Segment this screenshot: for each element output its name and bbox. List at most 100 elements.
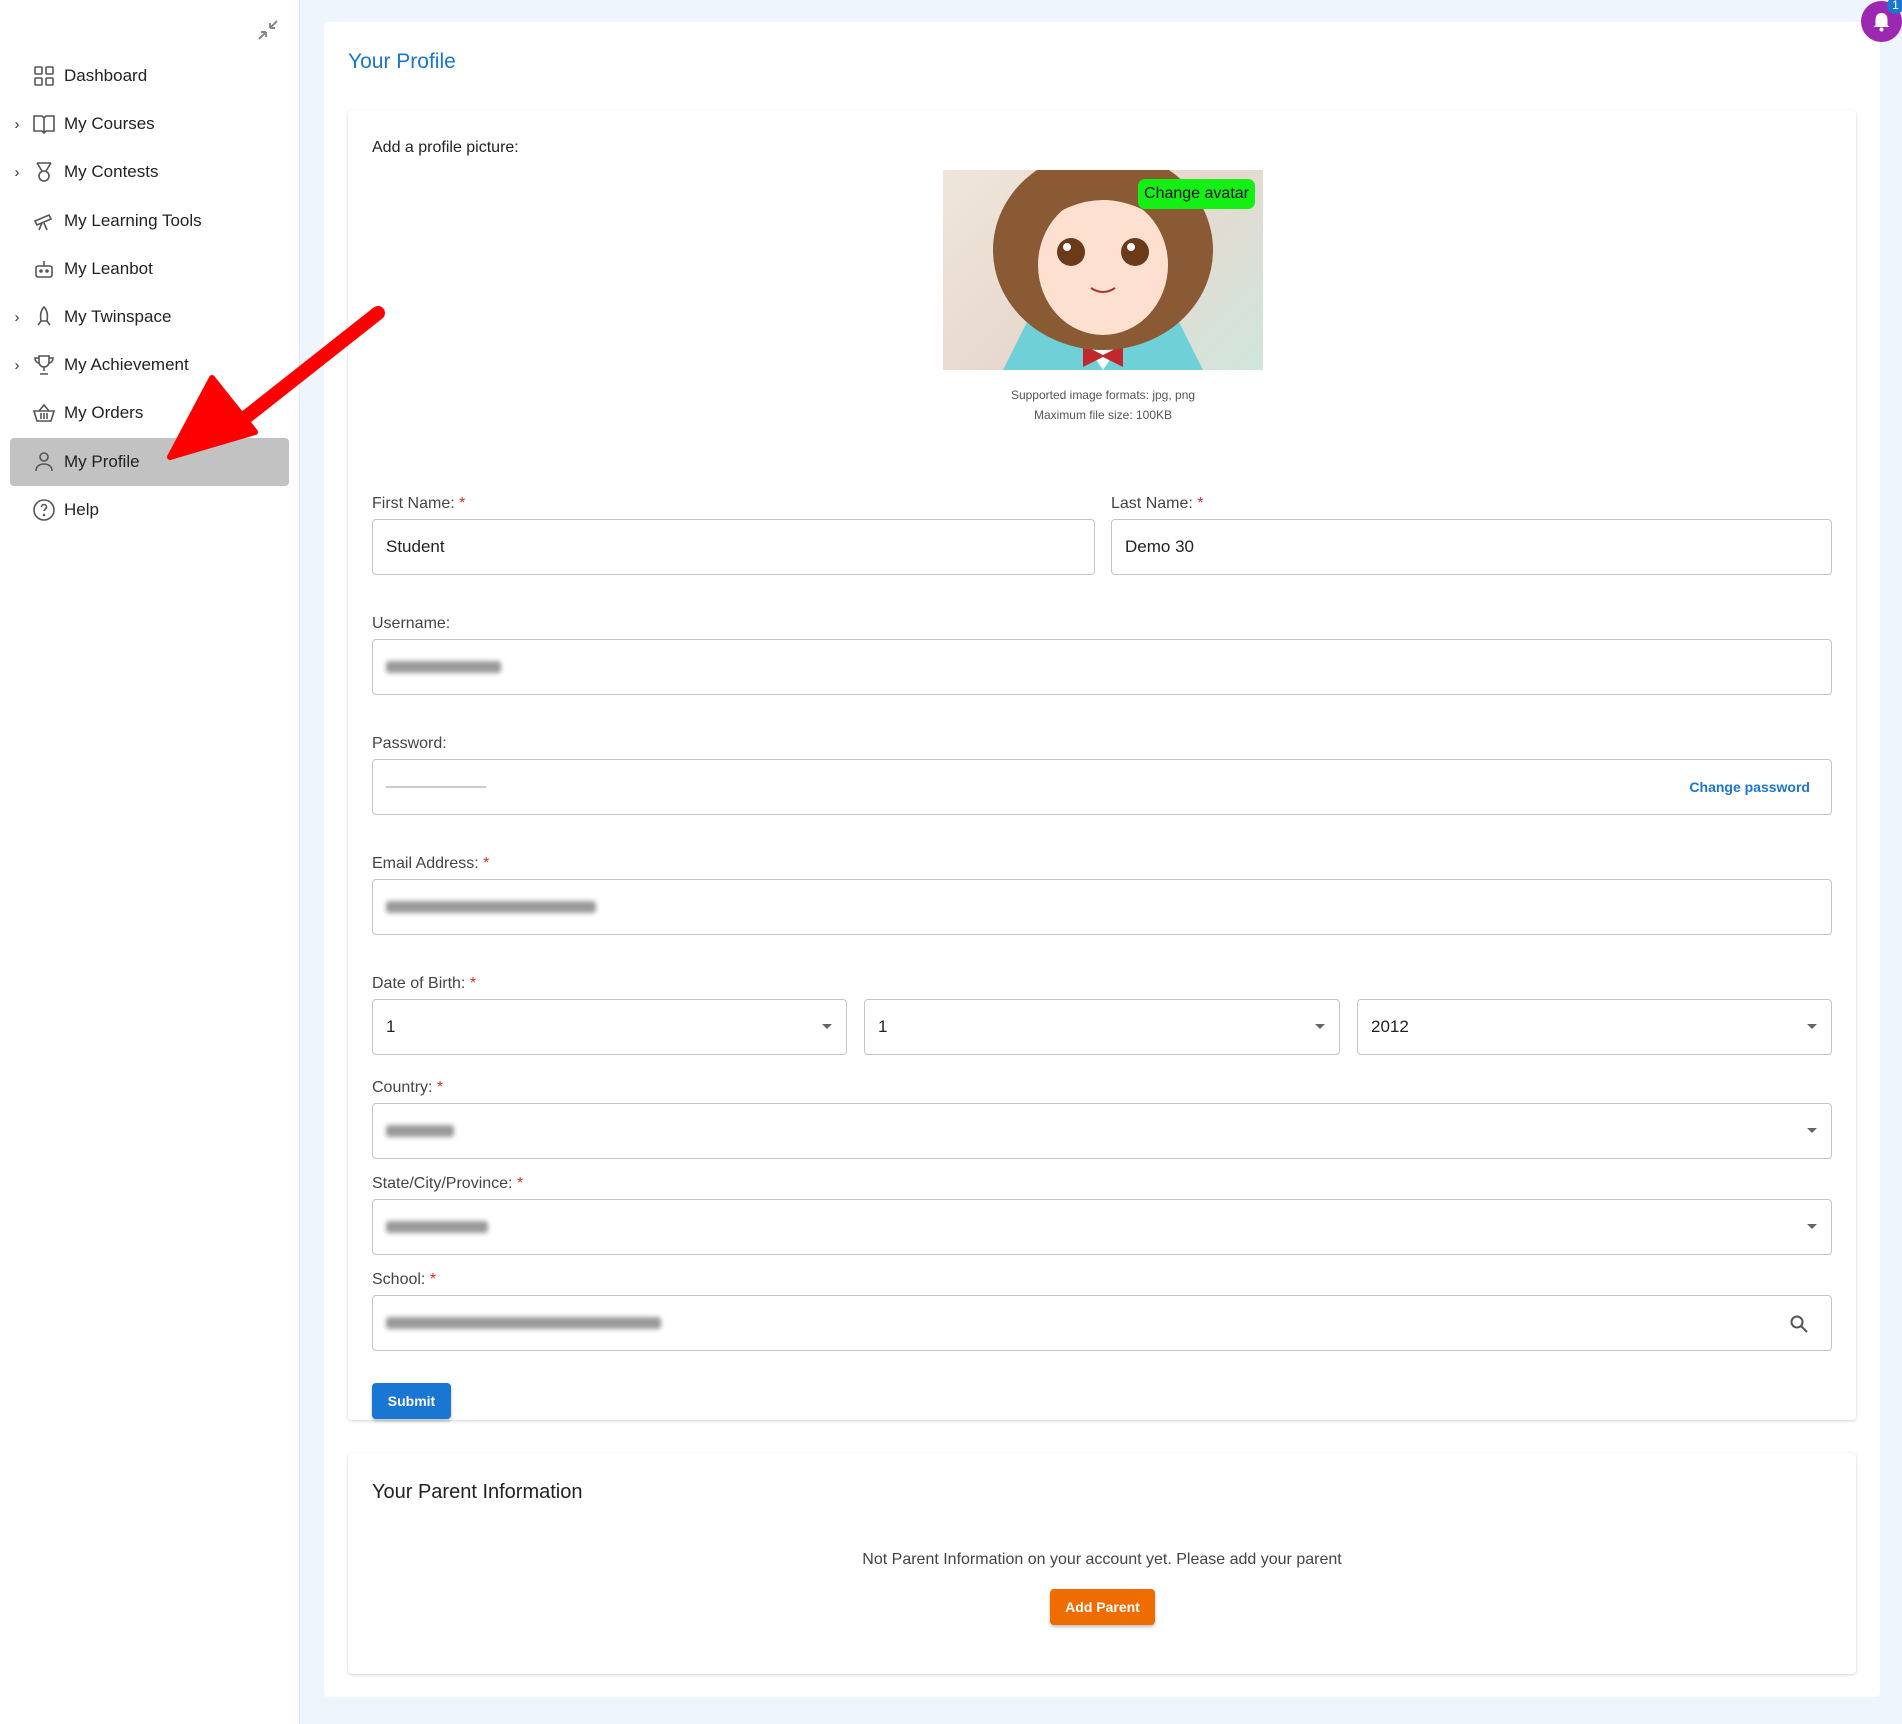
required-marker: * [516,1175,524,1192]
change-password-link[interactable]: Change password [1689,779,1810,795]
profile-page: Your Profile Add a profile picture: Chan… [324,22,1880,1697]
password-mask [386,786,486,788]
user-icon [35,451,53,471]
username-label: Username: [372,615,451,632]
chevron-right-icon[interactable]: › [10,116,24,133]
chevron-right-icon[interactable]: › [10,309,24,326]
school-input[interactable] [372,1295,1832,1351]
add-parent-button[interactable]: Add Parent [1050,1589,1155,1625]
sidebar-item-label: My Achievement [64,355,189,375]
parent-info-title: Your Parent Information [372,1481,583,1503]
basket-icon [32,404,56,423]
notification-badge: 1 [1887,0,1902,14]
image-size-hint: Maximum file size: 100KB [1033,408,1173,422]
sidebar-item-label: Dashboard [64,66,148,85]
sidebar-item-my-leanbot[interactable]: My Leanbot [10,245,289,293]
submit-button[interactable]: Submit [372,1383,451,1419]
sidebar-item-label: My Courses [64,114,155,134]
password-input[interactable]: Change password [372,759,1832,815]
required-marker: * [483,855,490,872]
redacted-username [386,661,501,673]
dob-month-value: 1 [878,1017,888,1036]
notification-button[interactable]: 1 [1861,0,1902,42]
dashboard-icon [34,66,54,86]
sidebar-item-help[interactable]: Help [10,486,289,534]
chevron-right-icon[interactable]: › [10,164,24,181]
state-select[interactable] [372,1199,1832,1255]
robot-icon [35,260,53,278]
redacted-state [386,1221,488,1233]
redacted-country [386,1125,454,1137]
sidebar-item-my-achievement[interactable]: › My Achievement [10,341,289,389]
help-icon [33,498,55,521]
state-label-text: State/City/Province: [372,1175,513,1192]
parent-info-card: Your Parent Information Not Parent Infor… [348,1453,1856,1674]
bell-icon [1873,13,1890,32]
dropdown-arrow-icon [822,1024,832,1029]
medal-icon [36,162,52,183]
parent-empty-message: Not Parent Information on your account y… [862,1551,1342,1568]
required-marker: * [429,1271,437,1288]
sidebar-item-my-contests[interactable]: › My Contests [10,148,289,196]
sidebar-item-label: My Twinspace [64,307,172,326]
required-marker: * [469,975,477,992]
sidebar-item-my-learning-tools[interactable]: My Learning Tools [10,197,289,245]
first-name-value: Student [386,537,445,556]
last-name-label: Last Name: * [1111,495,1204,513]
password-label: Password: [372,735,447,752]
dob-day-value: 1 [386,1017,396,1036]
sidebar-item-dashboard[interactable]: Dashboard [10,52,289,100]
dropdown-arrow-icon [1807,1024,1817,1029]
rocket-icon [37,305,51,326]
username-input[interactable] [372,639,1832,695]
redacted-school [386,1317,661,1329]
country-select[interactable] [372,1103,1832,1159]
dob-label: Date of Birth: * [372,975,476,993]
first-name-label: First Name: * [372,495,465,513]
image-format-hint: Supported image formats: jpg, png [1010,388,1196,402]
sidebar-item-label: My Learning Tools [64,210,202,230]
search-icon[interactable] [1789,1314,1809,1334]
sidebar-item-my-orders[interactable]: My Orders [10,389,289,437]
last-name-input[interactable]: Demo 30 [1111,519,1832,575]
school-label-text: School: [372,1271,426,1288]
trophy-icon [34,355,54,375]
book-icon [33,115,55,135]
state-label: State/City/Province: * [372,1175,523,1193]
sidebar-item-label: My Leanbot [64,258,153,278]
last-name-value: Demo 30 [1125,537,1194,556]
email-input[interactable] [372,879,1832,935]
dob-day-select[interactable]: 1 [372,999,847,1055]
first-name-input[interactable]: Student [372,519,1095,575]
required-marker: * [459,495,466,512]
sidebar-item-my-profile[interactable]: My Profile [10,437,289,486]
change-avatar-button[interactable]: Change avatar [1138,179,1255,209]
dob-year-value: 2012 [1371,1017,1409,1036]
sidebar-item-label: My Orders [64,403,144,423]
chevron-right-icon[interactable]: › [10,357,24,374]
email-label: Email Address: * [372,855,489,873]
required-marker: * [1197,495,1204,512]
sidebar-item-label: Help [64,499,99,519]
sidebar: Dashboard › My Courses › My Contests My Learn… [0,0,300,1724]
profile-form-card: Add a profile picture: Change avatar Sup… [348,110,1856,1420]
dropdown-arrow-icon [1807,1128,1817,1133]
profile-picture-label: Add a profile picture: [372,139,519,156]
avatar-image[interactable]: Change avatar [943,170,1263,370]
school-label: School: * [372,1271,436,1289]
dob-label-text: Date of Birth: [372,975,466,992]
page-title: Your Profile [348,50,456,73]
sidebar-item-my-twinspace[interactable]: › My Twinspace [10,293,289,341]
dob-month-select[interactable]: 1 [864,999,1340,1055]
dob-year-select[interactable]: 2012 [1357,999,1832,1055]
dropdown-arrow-icon [1315,1024,1325,1029]
sidebar-item-my-courses[interactable]: › My Courses [10,100,289,148]
redacted-email [386,901,596,913]
collapse-sidebar-icon[interactable] [256,18,280,42]
last-name-label-text: Last Name: [1111,495,1193,512]
sidebar-item-label: My Profile [64,451,140,471]
sidebar-item-label: My Contests [64,162,159,182]
country-label-text: Country: [372,1079,433,1096]
country-label: Country: * [372,1079,443,1097]
email-label-text: Email Address: [372,855,479,872]
